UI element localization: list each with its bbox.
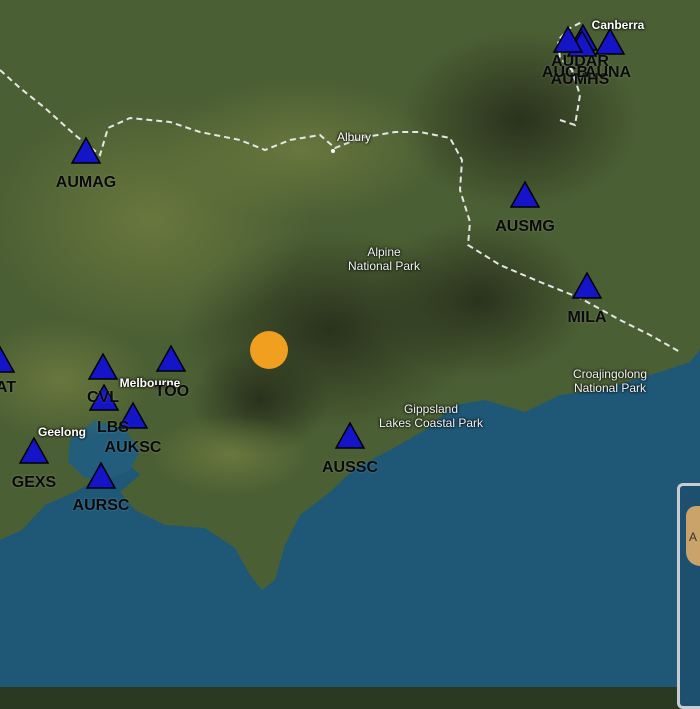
- map-canvas[interactable]: [0, 0, 700, 687]
- inset-label: A: [689, 530, 698, 544]
- terrain-shade: [400, 30, 640, 210]
- terrain-farmland: [160, 80, 440, 220]
- terrain-shade: [370, 220, 590, 380]
- terrain-farmland: [150, 415, 310, 495]
- earthquake-event-marker[interactable]: [250, 331, 288, 369]
- overview-inset-map[interactable]: A: [677, 483, 700, 709]
- albury-dot: [331, 149, 335, 153]
